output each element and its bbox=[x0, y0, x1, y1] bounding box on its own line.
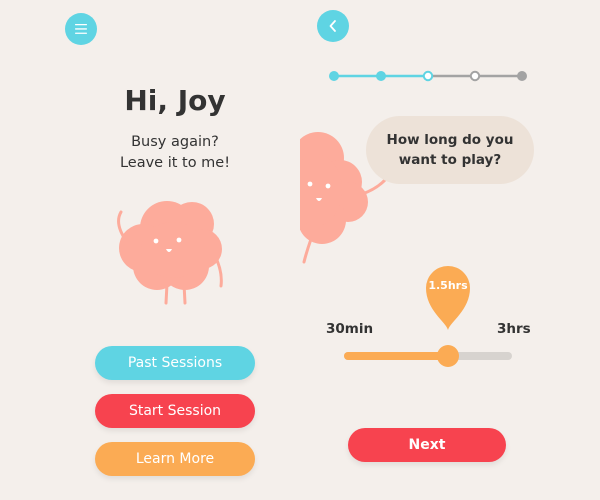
selected-duration-pin bbox=[426, 266, 470, 330]
progress-step-dot bbox=[329, 71, 339, 81]
back-button[interactable] bbox=[317, 10, 349, 42]
progress-step-dot bbox=[517, 71, 527, 81]
home-screen: Hi, Joy Busy again? Leave it to me! Past… bbox=[0, 0, 300, 500]
selected-duration-label: 1.5hrs bbox=[428, 279, 468, 292]
slider-thumb[interactable] bbox=[437, 345, 460, 367]
duration-slider[interactable] bbox=[344, 345, 512, 367]
past-sessions-button[interactable]: Past Sessions bbox=[95, 346, 255, 380]
hamburger-menu-icon bbox=[75, 24, 87, 34]
question-line: How long do you bbox=[386, 132, 514, 148]
duration-screen: How long do you want to play? 1.5hrs 30m… bbox=[300, 0, 600, 500]
learn-more-button[interactable]: Learn More bbox=[95, 442, 255, 476]
chevron-left-icon bbox=[329, 20, 336, 32]
question-line: want to play? bbox=[398, 152, 502, 168]
greeting-title: Hi, Joy bbox=[124, 84, 226, 117]
menu-button[interactable] bbox=[65, 13, 97, 45]
step-progress-indicator bbox=[329, 70, 527, 82]
progress-step-dot bbox=[422, 70, 434, 82]
greeting-subtitle: Busy again? Leave it to me! bbox=[0, 132, 350, 174]
progress-step-dot bbox=[469, 70, 481, 82]
progress-step-dot bbox=[376, 71, 386, 81]
cloud-mascot-illustration bbox=[117, 201, 223, 305]
question-speech-bubble: How long do you want to play? bbox=[366, 116, 534, 184]
subtitle-line: Busy again? bbox=[131, 134, 219, 150]
max-duration-label: 3hrs bbox=[497, 321, 531, 337]
subtitle-line: Leave it to me! bbox=[119, 155, 231, 171]
next-button[interactable]: Next bbox=[348, 428, 506, 462]
min-duration-label: 30min bbox=[326, 321, 374, 337]
start-session-button[interactable]: Start Session bbox=[95, 394, 255, 428]
slider-fill bbox=[344, 352, 449, 360]
